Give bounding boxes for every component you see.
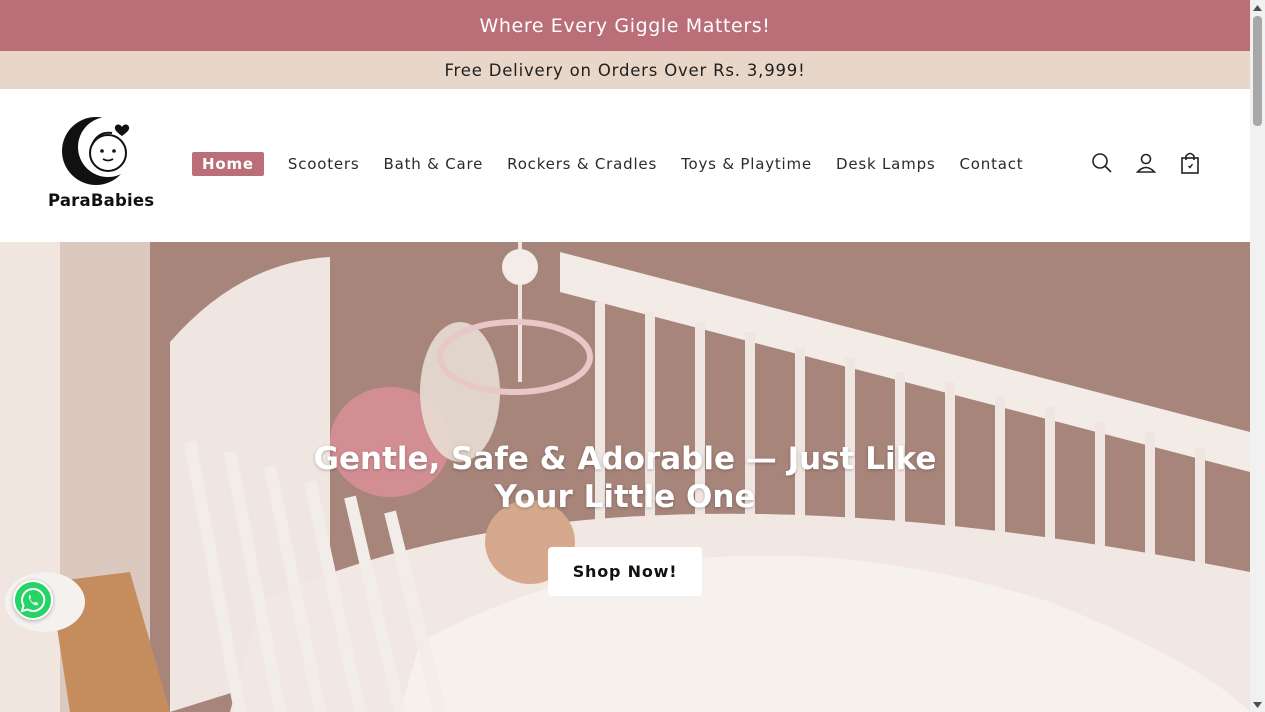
nav-item-desk-lamps[interactable]: Desk Lamps [836, 152, 936, 176]
account-icon[interactable] [1134, 151, 1158, 175]
search-icon[interactable] [1090, 151, 1114, 175]
announcement-primary-text: Where Every Giggle Matters! [479, 14, 771, 37]
scrollbar-thumb[interactable] [1253, 16, 1262, 126]
scroll-up-arrow-icon[interactable] [1250, 0, 1265, 15]
header-icons [1070, 151, 1202, 175]
cart-icon[interactable] [1178, 151, 1202, 175]
scroll-down-arrow-icon[interactable] [1250, 697, 1265, 712]
announcement-bar-secondary: Free Delivery on Orders Over Rs. 3,999! [0, 51, 1250, 89]
nav-item-scooters[interactable]: Scooters [288, 152, 360, 176]
shop-now-button[interactable]: Shop Now! [548, 547, 702, 596]
hero-banner: Gentle, Safe & Adorable — Just Like Your… [0, 242, 1250, 712]
brand-logo-link[interactable]: ParaBabies [48, 111, 154, 219]
nav-item-rockers-cradles[interactable]: Rockers & Cradles [507, 152, 657, 176]
hero-title: Gentle, Safe & Adorable — Just Like Your… [313, 441, 937, 515]
page: Where Every Giggle Matters! Free Deliver… [0, 0, 1250, 712]
whatsapp-chat-button[interactable] [13, 580, 53, 620]
nav-item-toys-playtime[interactable]: Toys & Playtime [681, 152, 812, 176]
nav-item-bath-care[interactable]: Bath & Care [384, 152, 484, 176]
site-header: ParaBabies Home Scooters Bath & Care Roc… [0, 89, 1250, 242]
nav-item-contact[interactable]: Contact [960, 152, 1024, 176]
baby-moon-logo-icon [62, 117, 138, 185]
nav-item-home[interactable]: Home [192, 152, 264, 176]
announcement-bar-primary: Where Every Giggle Matters! [0, 0, 1250, 51]
page-scrollbar[interactable] [1250, 0, 1265, 712]
main-nav: Home Scooters Bath & Care Rockers & Crad… [192, 152, 1047, 176]
brand-name: ParaBabies [48, 191, 155, 210]
announcement-secondary-text: Free Delivery on Orders Over Rs. 3,999! [444, 60, 806, 80]
whatsapp-icon [20, 587, 46, 613]
